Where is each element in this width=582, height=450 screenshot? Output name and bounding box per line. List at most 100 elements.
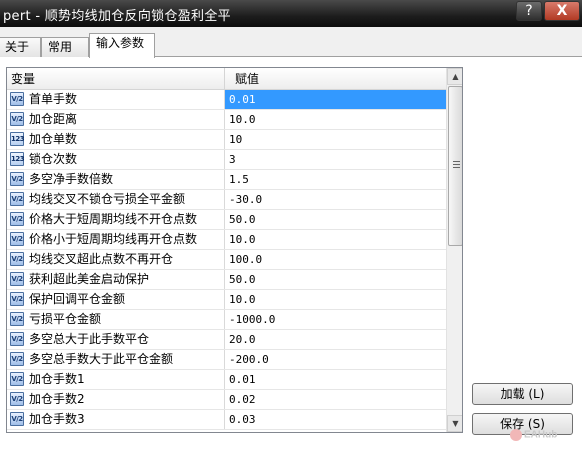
integer-value-icon: 123 — [10, 132, 25, 146]
scroll-up-icon[interactable]: ▲ — [447, 68, 462, 85]
scroll-down-icon[interactable]: ▼ — [447, 415, 462, 432]
parameter-value[interactable]: 0.02 — [225, 390, 446, 409]
table-row[interactable]: V/2 亏损平仓金额 -1000.0 — [7, 310, 446, 330]
parameter-name[interactable]: V/2 亏损平仓金额 — [7, 310, 225, 329]
table-row[interactable]: V/2 加仓距离 10.0 — [7, 110, 446, 130]
parameter-value[interactable]: -200.0 — [225, 350, 446, 369]
tab-about[interactable]: 关于 — [0, 37, 41, 57]
table-row[interactable]: V/2 加仓手数1 0.01 — [7, 370, 446, 390]
table-row[interactable]: V/2 多空净手数倍数 1.5 — [7, 170, 446, 190]
window-title: pert - 顺势均线加仓反向锁仓盈利全平 — [3, 9, 231, 24]
watermark-logo: EAHub — [510, 429, 557, 441]
double-value-icon: V/2 — [10, 392, 24, 406]
parameter-value[interactable]: 0.01 — [225, 90, 446, 109]
double-value-icon: V/2 — [10, 312, 24, 326]
parameter-value[interactable]: 1.5 — [225, 170, 446, 189]
parameter-value[interactable]: 50.0 — [225, 270, 446, 289]
tab-strip: 关于 常用 输入参数 — [0, 32, 582, 58]
parameter-name[interactable]: V/2 加仓手数1 — [7, 370, 225, 389]
parameter-name[interactable]: V/2 获利超此美金启动保护 — [7, 270, 225, 289]
double-value-icon: V/2 — [10, 252, 24, 266]
parameter-name-label: 多空净手数倍数 — [29, 172, 114, 186]
table-row[interactable]: V/2 首单手数 0.01 — [7, 90, 446, 110]
parameter-value[interactable]: 10.0 — [225, 290, 446, 309]
parameter-name-label: 加仓手数1 — [29, 372, 85, 386]
double-value-icon: V/2 — [10, 372, 24, 386]
parameter-name-label: 加仓手数3 — [29, 412, 85, 426]
parameter-name[interactable]: V/2 多空总大于此手数平仓 — [7, 330, 225, 349]
parameter-name[interactable]: V/2 价格大于短周期均线不开仓点数 — [7, 210, 225, 229]
parameter-value[interactable]: 50.0 — [225, 210, 446, 229]
table-row[interactable]: V/2 均线交叉不锁仓亏损全平金额 -30.0 — [7, 190, 446, 210]
parameter-name-label: 价格大于短周期均线不开仓点数 — [29, 212, 198, 226]
parameter-grid: 变量 赋值 V/2 首单手数 0.01 V/2 加仓距离 10.0 123 加仓单数 10 123… — [6, 67, 463, 433]
tab-inputs[interactable]: 输入参数 — [89, 33, 155, 58]
parameter-value[interactable]: 10.0 — [225, 230, 446, 249]
column-header-value[interactable]: 赋值 — [225, 68, 446, 90]
parameter-name-label: 加仓单数 — [29, 132, 78, 146]
double-value-icon: V/2 — [10, 232, 24, 246]
table-row[interactable]: V/2 价格小于短周期均线再开仓点数 10.0 — [7, 230, 446, 250]
parameter-name-label: 加仓距离 — [29, 112, 78, 126]
parameter-name[interactable]: V/2 加仓距离 — [7, 110, 225, 129]
double-value-icon: V/2 — [10, 192, 24, 206]
parameter-name[interactable]: V/2 首单手数 — [7, 90, 225, 109]
help-button[interactable]: ? — [516, 1, 542, 21]
parameter-name[interactable]: V/2 保护回调平仓金额 — [7, 290, 225, 309]
watermark-text: EAHub — [524, 429, 558, 441]
close-button[interactable]: X — [544, 1, 580, 21]
parameter-name[interactable]: V/2 加仓手数3 — [7, 410, 225, 429]
table-row[interactable]: V/2 保护回调平仓金额 10.0 — [7, 290, 446, 310]
integer-value-icon: 123 — [10, 152, 25, 166]
table-row[interactable]: V/2 均线交叉超此点数不再开仓 100.0 — [7, 250, 446, 270]
title-bar: pert - 顺势均线加仓反向锁仓盈利全平 ? X — [0, 0, 582, 27]
parameter-name-label: 保护回调平仓金额 — [29, 292, 126, 306]
parameter-value[interactable]: 20.0 — [225, 330, 446, 349]
table-row[interactable]: V/2 价格大于短周期均线不开仓点数 50.0 — [7, 210, 446, 230]
table-row[interactable]: V/2 获利超此美金启动保护 50.0 — [7, 270, 446, 290]
load-button[interactable]: 加载 (L) — [472, 383, 573, 405]
table-row[interactable]: V/2 多空总手数大于此平仓金额 -200.0 — [7, 350, 446, 370]
parameter-value[interactable]: 10 — [225, 130, 446, 149]
parameter-value[interactable]: 3 — [225, 150, 446, 169]
parameter-name-label: 获利超此美金启动保护 — [29, 272, 150, 286]
parameter-name[interactable]: V/2 多空净手数倍数 — [7, 170, 225, 189]
double-value-icon: V/2 — [10, 212, 24, 226]
parameter-name[interactable]: 123 加仓单数 — [7, 130, 225, 149]
parameter-name[interactable]: V/2 价格小于短周期均线再开仓点数 — [7, 230, 225, 249]
parameter-name-label: 首单手数 — [29, 92, 78, 106]
parameter-value[interactable]: 10.0 — [225, 110, 446, 129]
parameter-name-label: 锁仓次数 — [29, 152, 78, 166]
table-row[interactable]: 123 锁仓次数 3 — [7, 150, 446, 170]
parameter-name[interactable]: V/2 均线交叉超此点数不再开仓 — [7, 250, 225, 269]
parameter-name-label: 多空总手数大于此平仓金额 — [29, 352, 174, 366]
scroll-thumb[interactable] — [448, 86, 462, 246]
parameter-value[interactable]: 0.03 — [225, 410, 446, 429]
parameter-value[interactable]: 0.01 — [225, 370, 446, 389]
parameter-name-label: 均线交叉超此点数不再开仓 — [29, 252, 174, 266]
table-row[interactable]: V/2 加仓手数2 0.02 — [7, 390, 446, 410]
parameter-name[interactable]: V/2 多空总手数大于此平仓金额 — [7, 350, 225, 369]
parameter-name-label: 多空总大于此手数平仓 — [29, 332, 150, 346]
parameter-name[interactable]: V/2 均线交叉不锁仓亏损全平金额 — [7, 190, 225, 209]
double-value-icon: V/2 — [10, 272, 24, 286]
parameter-value[interactable]: -30.0 — [225, 190, 446, 209]
column-header-variable[interactable]: 变量 — [7, 68, 225, 90]
tab-common[interactable]: 常用 — [41, 37, 89, 57]
parameter-name-label: 价格小于短周期均线再开仓点数 — [29, 232, 198, 246]
grid-header: 变量 赋值 — [7, 68, 446, 90]
double-value-icon: V/2 — [10, 352, 24, 366]
table-row[interactable]: 123 加仓单数 10 — [7, 130, 446, 150]
parameter-value[interactable]: -1000.0 — [225, 310, 446, 329]
parameter-name-label: 亏损平仓金额 — [29, 312, 102, 326]
double-value-icon: V/2 — [10, 92, 24, 106]
parameter-value[interactable]: 100.0 — [225, 250, 446, 269]
vertical-scrollbar[interactable]: ▲ ▼ — [446, 68, 462, 432]
parameter-name[interactable]: V/2 加仓手数2 — [7, 390, 225, 409]
double-value-icon: V/2 — [10, 292, 24, 306]
table-row[interactable]: V/2 加仓手数3 0.03 — [7, 410, 446, 430]
parameter-name[interactable]: 123 锁仓次数 — [7, 150, 225, 169]
watermark-icon — [510, 429, 522, 441]
table-row[interactable]: V/2 多空总大于此手数平仓 20.0 — [7, 330, 446, 350]
grip-icon — [453, 161, 460, 168]
